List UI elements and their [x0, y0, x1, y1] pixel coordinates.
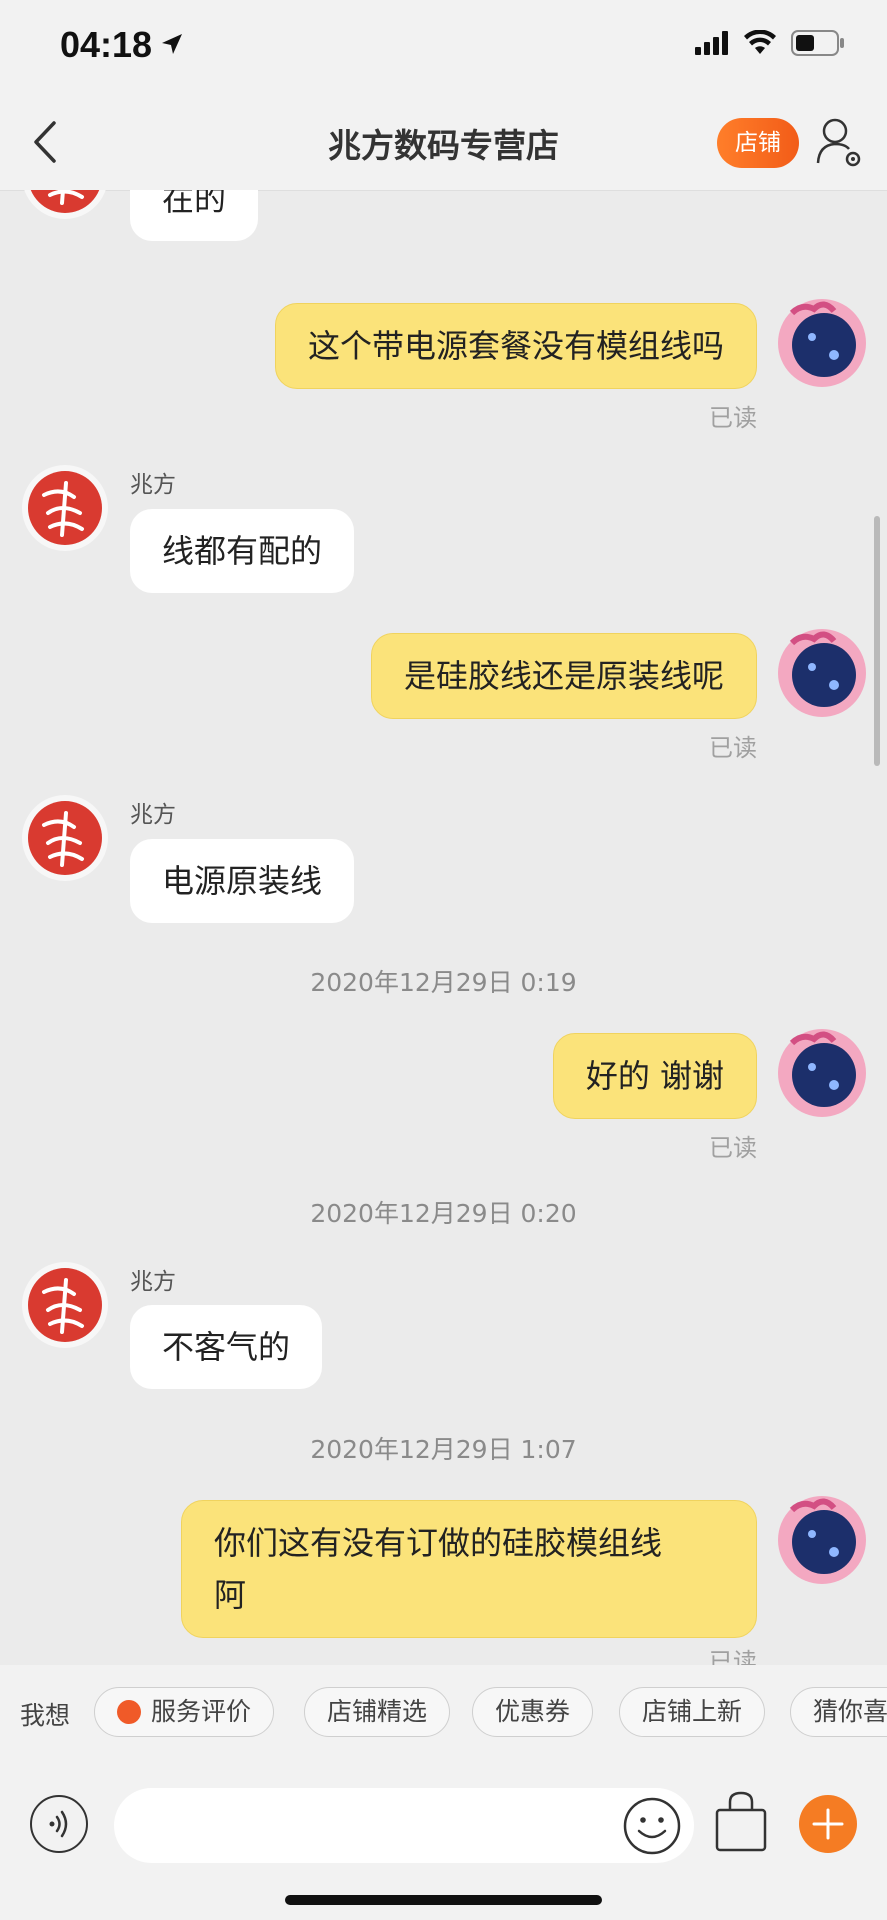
- input-bar: [0, 1760, 887, 1920]
- message-bubble-outgoing[interactable]: 是硅胶线还是原装线呢: [370, 633, 757, 719]
- chip-store-picks[interactable]: 店铺精选: [304, 1687, 451, 1737]
- chip-label: 优惠券: [495, 1697, 571, 1726]
- quick-reply-bar: 我想 服务评价 店铺精选 优惠券 店铺上新 猜你喜: [0, 1665, 887, 1760]
- signal-icon: [695, 31, 728, 55]
- store-button[interactable]: 店铺: [717, 118, 799, 168]
- status-bar: 04:18: [0, 0, 887, 95]
- user-avatar[interactable]: [772, 623, 872, 723]
- user-avatar[interactable]: [772, 1490, 872, 1590]
- location-arrow-icon: [162, 34, 182, 54]
- battery-icon: [791, 30, 844, 56]
- shop-avatar[interactable]: [22, 795, 108, 881]
- profile-settings-icon[interactable]: [815, 115, 865, 171]
- voice-button[interactable]: [30, 1795, 88, 1853]
- sender-name: 兆方: [130, 802, 176, 828]
- status-icons: [695, 30, 845, 56]
- sender-name: 兆方: [130, 1269, 176, 1295]
- user-avatar[interactable]: [772, 293, 872, 393]
- read-status: 已读: [709, 1648, 757, 1665]
- message-bubble-incoming[interactable]: 线都有配的: [130, 509, 355, 593]
- user-avatar[interactable]: [772, 1023, 872, 1123]
- plus-button[interactable]: [799, 1795, 857, 1853]
- timestamp: 2020年12月29日 1:07: [310, 1435, 577, 1464]
- read-status: 已读: [709, 404, 757, 432]
- nav-bar: 兆方数码专营店 店铺: [0, 95, 887, 191]
- chip-label: 店铺精选: [327, 1697, 428, 1726]
- wifi-icon: [744, 30, 776, 54]
- chip-new-arrivals[interactable]: 店铺上新: [619, 1687, 766, 1737]
- emoji-icon[interactable]: [622, 1796, 682, 1856]
- message-bubble-outgoing[interactable]: 这个带电源套餐没有模组线吗: [274, 303, 757, 389]
- message-bubble-outgoing[interactable]: 好的 谢谢: [552, 1033, 757, 1119]
- shop-avatar[interactable]: [22, 1262, 108, 1348]
- read-status: 已读: [709, 734, 757, 762]
- quick-bar-label: 我想: [20, 1701, 71, 1730]
- sender-name: 兆方: [130, 472, 176, 498]
- service-review-icon: [117, 1700, 141, 1724]
- message-bubble-incoming[interactable]: 不客气的: [130, 1305, 323, 1389]
- message-bubble-incoming[interactable]: 在的: [130, 190, 259, 241]
- chip-label: 服务评价: [151, 1697, 252, 1726]
- chip-service-review[interactable]: 服务评价: [94, 1687, 275, 1737]
- chip-label: 猜你喜: [813, 1697, 887, 1726]
- message-bubble-incoming[interactable]: 电源原装线: [130, 839, 355, 923]
- plus-icon: [812, 1808, 844, 1840]
- chip-coupons[interactable]: 优惠券: [472, 1687, 594, 1737]
- chip-you-may-like[interactable]: 猜你喜: [790, 1687, 887, 1737]
- chip-label: 店铺上新: [642, 1697, 743, 1726]
- timestamp: 2020年12月29日 0:19: [310, 968, 577, 997]
- scrollbar[interactable]: [874, 516, 880, 766]
- read-status: 已读: [709, 1134, 757, 1162]
- chat-area[interactable]: 在的 这个带电源套餐没有模组线吗 已读 兆方 线都有配的 是硅胶线还是原装线呢 …: [0, 190, 887, 1665]
- shop-avatar[interactable]: [22, 465, 108, 551]
- voice-icon: [49, 1810, 68, 1838]
- message-input[interactable]: [114, 1788, 694, 1863]
- shop-avatar[interactable]: [22, 190, 108, 219]
- message-bubble-outgoing[interactable]: 你们这有没有订做的硅胶模组线 阿: [181, 1500, 757, 1638]
- timestamp: 2020年12月29日 0:20: [310, 1199, 577, 1228]
- home-indicator: [285, 1895, 602, 1905]
- status-time: 04:18: [60, 24, 153, 65]
- shopping-bag-icon[interactable]: [714, 1790, 768, 1854]
